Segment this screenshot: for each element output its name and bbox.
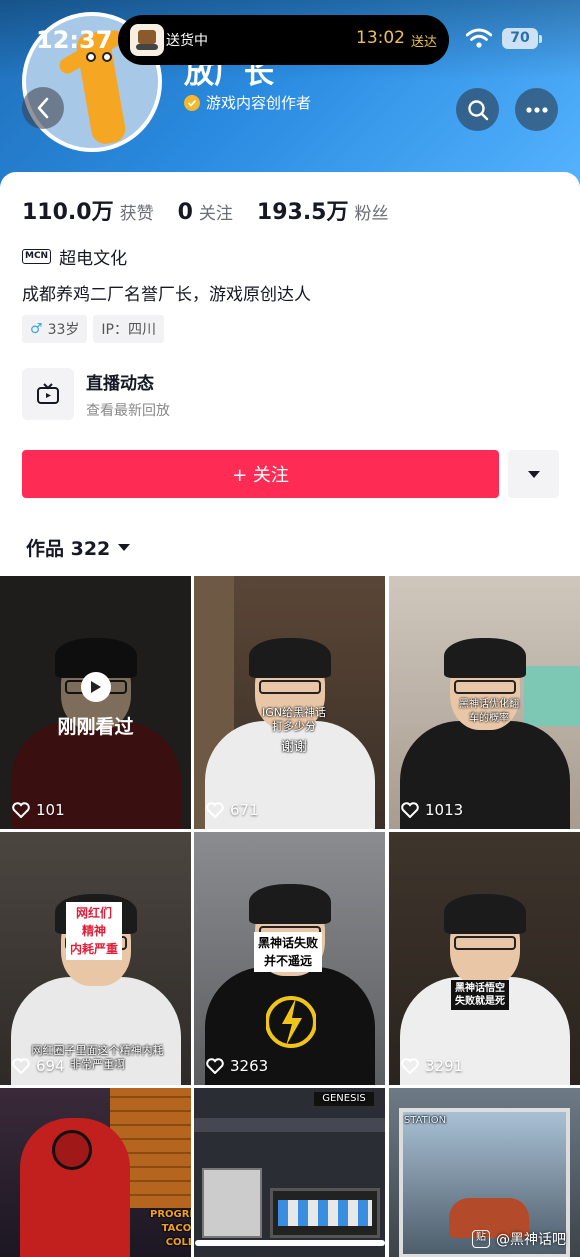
- video-caption: GENESIS: [314, 1092, 374, 1106]
- caret-down-icon: [527, 470, 540, 478]
- video-caption: STATION: [403, 1115, 447, 1126]
- mcn-name: 超电文化: [59, 249, 128, 269]
- live-activity-entry[interactable]: 直播动态 查看最新回放: [22, 368, 170, 420]
- delivery-eta-suffix: 送达: [410, 35, 437, 50]
- video-likes: 3263: [206, 1057, 268, 1075]
- more-dots-icon: [525, 106, 548, 113]
- dynamic-island[interactable]: 送货中 13:02 送达: [118, 15, 449, 65]
- search-button[interactable]: [456, 88, 499, 131]
- video-caption: IGN给黑神话 打多少分: [262, 706, 326, 733]
- video-likes: 101: [12, 801, 65, 819]
- tv-icon: [22, 368, 74, 420]
- back-button[interactable]: [22, 87, 64, 129]
- delivery-thumbnail: [130, 24, 164, 56]
- profile-card: 110.0万 获赞 0 关注 193.5万 粉丝 MCN 超电文化 成都养鸡二厂…: [0, 172, 580, 1257]
- male-icon: ♂: [30, 321, 43, 337]
- live-title: 直播动态: [86, 373, 154, 394]
- home-indicator[interactable]: [195, 1240, 385, 1246]
- video-tile[interactable]: 黑神话悟空 失败就是死 3291: [389, 832, 580, 1085]
- watermark-text: @黑神话吧: [496, 1232, 566, 1248]
- battery-icon: 70: [502, 28, 538, 49]
- delivery-eta: 13:02: [356, 28, 405, 48]
- age-tag: ♂ 33岁: [22, 315, 88, 343]
- video-tile[interactable]: 黑神话失败 并不遥远 3263: [194, 832, 385, 1085]
- video-tile[interactable]: GENESIS: [194, 1088, 385, 1257]
- video-sticker: 黑神话悟空 失败就是死: [451, 980, 509, 1010]
- video-caption: PROGRESS TACOS COLL: [150, 1209, 191, 1248]
- likes-label: 获赞: [119, 204, 154, 224]
- mcn-row[interactable]: MCN 超电文化: [22, 244, 127, 269]
- video-tile[interactable]: PROGRESS TACOS COLL: [0, 1088, 191, 1257]
- video-tile[interactable]: 网红们 精神 内耗严重 网红圈子里面这个精神内耗 非常严重啊 694: [0, 832, 191, 1085]
- live-subtitle: 查看最新回放: [86, 402, 170, 419]
- profile-tags: ♂ 33岁 IP：四川: [22, 315, 164, 343]
- chevron-left-icon: [37, 97, 49, 119]
- recently-watched-label: 刚刚看过: [57, 716, 134, 738]
- works-count: 作品 322: [26, 538, 111, 560]
- followers-count[interactable]: 193.5万: [257, 194, 349, 226]
- video-tile[interactable]: 黑神话优化翻 车的概率 1013: [389, 576, 580, 829]
- watermark: 贴 @黑神话吧: [472, 1229, 566, 1249]
- heart-icon: [401, 1058, 419, 1074]
- following-label[interactable]: 关注: [199, 199, 233, 224]
- works-tab[interactable]: 作品 322: [26, 534, 131, 561]
- verification-badge: 游戏内容创作者: [184, 92, 311, 113]
- verification-text: 游戏内容创作者: [206, 94, 312, 112]
- profile-stats: 110.0万 获赞 0 关注 193.5万 粉丝: [22, 194, 413, 226]
- video-sticker: 网红们 精神 内耗严重: [66, 902, 123, 960]
- more-options-button[interactable]: [515, 88, 558, 131]
- video-likes: 694: [12, 1057, 65, 1075]
- status-time: 12:37: [36, 26, 113, 54]
- search-icon: [467, 99, 488, 120]
- follow-dropdown-button[interactable]: [508, 450, 559, 498]
- heart-icon: [12, 1058, 30, 1074]
- video-caption-secondary: 谢谢: [280, 740, 307, 755]
- following-count[interactable]: 0: [178, 200, 193, 225]
- verified-check-icon: [184, 94, 200, 111]
- profile-bio: 成都养鸡二厂名誉厂长，游戏原创达人: [22, 285, 311, 305]
- follow-button[interactable]: + 关注: [22, 450, 499, 498]
- video-likes: 671: [206, 801, 259, 819]
- tieba-logo-icon: 贴: [472, 1230, 490, 1248]
- video-sticker: 黑神话失败 并不遥远: [254, 932, 323, 972]
- video-tile[interactable]: 刚刚看过 101: [0, 576, 191, 829]
- likes-count: 110.0万: [22, 200, 114, 225]
- caret-down-icon: [118, 543, 131, 551]
- play-icon: [81, 672, 111, 702]
- heart-icon: [206, 802, 224, 818]
- mcn-icon: MCN: [22, 249, 52, 264]
- flash-logo-icon: [266, 996, 316, 1048]
- heart-icon: [401, 802, 419, 818]
- video-tile[interactable]: IGN给黑神话 打多少分 谢谢 671: [194, 576, 385, 829]
- heart-icon: [206, 1058, 224, 1074]
- followers-label[interactable]: 粉丝: [355, 199, 389, 224]
- video-caption: 黑神话优化翻 车的概率: [459, 699, 519, 724]
- video-likes: 3291: [401, 1057, 463, 1075]
- delivery-status: 送货中: [166, 33, 208, 49]
- heart-icon: [12, 802, 30, 818]
- wifi-icon: [466, 28, 492, 48]
- video-likes: 1013: [401, 801, 463, 819]
- ip-location-tag: IP：四川: [93, 315, 164, 343]
- battery-tip: [539, 35, 542, 43]
